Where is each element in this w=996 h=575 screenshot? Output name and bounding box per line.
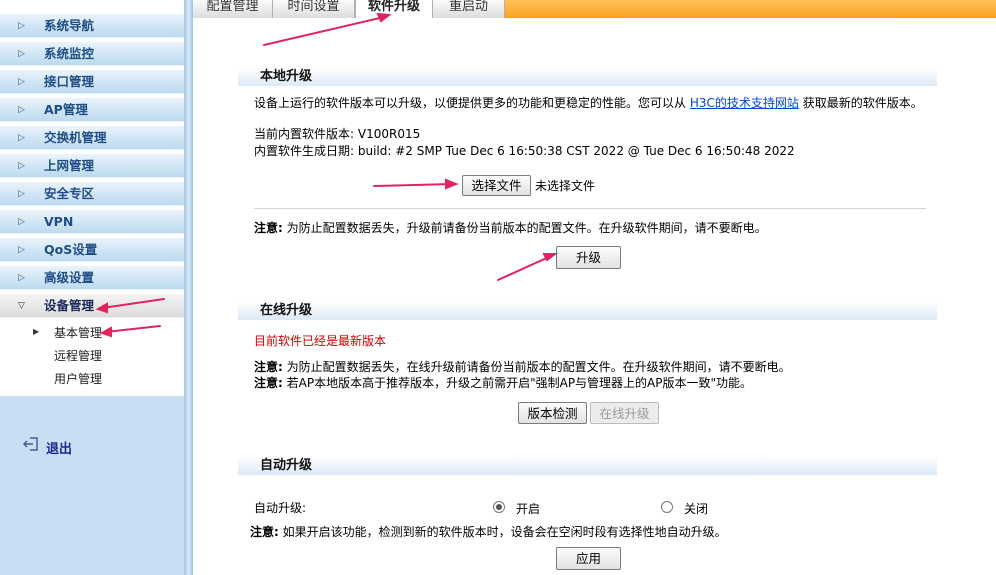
tab-config-management[interactable]: 配置管理 — [193, 0, 273, 18]
auto-upgrade-header: 自动升级 — [238, 447, 937, 475]
local-upgrade-header: 本地升级 — [238, 58, 937, 86]
subnav-item-basic[interactable]: 基本管理 — [54, 326, 102, 340]
subnav-item-users[interactable]: 用户管理 — [54, 372, 102, 386]
sidebar-item-label: 设备管理 — [44, 298, 95, 313]
sidebar-item-label: QoS设置 — [44, 242, 98, 257]
build-date-value: build: #2 SMP Tue Dec 6 16:50:38 CST 202… — [357, 144, 795, 158]
sidebar-item-qos[interactable]: ▷ QoS设置 — [0, 238, 184, 262]
build-date-label: 内置软件生成日期: — [254, 144, 355, 158]
sidebar-item-label: 系统导航 — [44, 18, 95, 33]
online-upgrade-status: 目前软件已经是最新版本 — [254, 334, 387, 348]
current-version-value: V100R015 — [357, 127, 421, 141]
online-upgrade-button: 在线升级 — [590, 402, 659, 424]
sidebar-background — [0, 396, 184, 575]
annotation-arrow-upgrade — [497, 255, 552, 281]
sidebar-item-label: 交换机管理 — [44, 130, 107, 145]
intro-text-prefix: 设备上运行的软件版本可以升级，以便提供更多的功能和更稳定的性能。您可以从 — [254, 96, 687, 110]
version-check-button[interactable]: 版本检测 — [518, 402, 587, 424]
h3c-support-link[interactable]: H3C的技术支持网站 — [690, 96, 799, 110]
tab-time-settings[interactable]: 时间设置 — [273, 0, 355, 18]
online-upgrade-title: 在线升级 — [260, 303, 313, 318]
auto-upgrade-off-radio[interactable] — [661, 501, 673, 513]
expand-arrow-icon: ▷ — [18, 161, 25, 171]
apply-button[interactable]: 应用 — [556, 547, 621, 570]
online-upgrade-header: 在线升级 — [238, 292, 937, 320]
sidebar-splitter[interactable] — [184, 0, 193, 575]
sidebar-item-label: VPN — [44, 214, 74, 229]
annotation-arrowhead — [542, 253, 558, 262]
sidebar-item-system-monitor[interactable]: ▷ 系统监控 — [0, 42, 184, 66]
sidebar-item-internet[interactable]: ▷ 上网管理 — [0, 154, 184, 178]
choose-file-button[interactable]: 选择文件 — [462, 175, 531, 196]
expand-arrow-icon: ▷ — [18, 77, 25, 87]
tab-reboot[interactable]: 重启动 — [433, 0, 505, 18]
logout-label: 退出 — [46, 442, 73, 457]
note-text: 如果开启该功能，检测到新的软件版本时，设备会在空闲时段有选择性地自动升级。 — [282, 525, 727, 539]
note-label: 注意: — [254, 376, 283, 390]
note-text: 若AP本地版本高于推荐版本，升级之前需开启"强制AP与管理器上的AP版本一致"功… — [286, 376, 753, 390]
sidebar: ▷ 系统导航 ▷ 系统监控 ▷ 接口管理 ▷ AP管理 ▷ 交换机管理 ▷ 上网… — [0, 0, 184, 575]
logout-icon — [22, 437, 38, 451]
auto-upgrade-title: 自动升级 — [260, 458, 313, 473]
current-version-label: 当前内置软件版本: — [254, 127, 355, 141]
auto-upgrade-label: 自动升级: — [254, 501, 307, 515]
note-text: 为防止配置数据丢失，在线升级前请备份当前版本的配置文件。在升级软件期间，请不要断… — [286, 360, 791, 374]
auto-upgrade-on-label: 开启 — [516, 502, 541, 516]
local-upgrade-intro: 设备上运行的软件版本可以升级，以便提供更多的功能和更稳定的性能。您可以从 H3C… — [254, 96, 923, 110]
section-divider — [254, 208, 926, 209]
note-text: 为防止配置数据丢失，升级前请备份当前版本的配置文件。在升级软件期间，请不要断电。 — [286, 221, 767, 235]
collapse-arrow-icon: ▽ — [18, 301, 25, 311]
sidebar-item-label: 接口管理 — [44, 74, 95, 89]
sidebar-item-interface[interactable]: ▷ 接口管理 — [0, 70, 184, 94]
auto-upgrade-on-radio[interactable] — [493, 501, 505, 513]
expand-arrow-icon: ▷ — [18, 217, 25, 227]
note-label: 注意: — [254, 221, 283, 235]
local-upgrade-title: 本地升级 — [260, 69, 313, 84]
note-label: 注意: — [254, 360, 283, 374]
sidebar-item-advanced[interactable]: ▷ 高级设置 — [0, 266, 184, 290]
auto-upgrade-off-label: 关闭 — [684, 502, 709, 516]
upgrade-button[interactable]: 升级 — [556, 246, 621, 269]
tab-software-upgrade[interactable]: 软件升级 — [355, 0, 433, 18]
sidebar-item-label: 安全专区 — [44, 186, 95, 201]
online-upgrade-note-2: 注意: 若AP本地版本高于推荐版本，升级之前需开启"强制AP与管理器上的AP版本… — [254, 376, 752, 390]
expand-arrow-icon: ▷ — [18, 105, 25, 115]
annotation-arrowhead — [445, 178, 459, 190]
sidebar-item-ap[interactable]: ▷ AP管理 — [0, 98, 184, 122]
expand-arrow-icon: ▷ — [18, 189, 25, 199]
annotation-arrow-choose-file — [373, 183, 453, 187]
no-file-selected-text: 未选择文件 — [535, 179, 596, 193]
expand-arrow-icon: ▷ — [18, 273, 25, 283]
tab-bar: 配置管理 时间设置 软件升级 重启动 — [193, 0, 996, 18]
sidebar-item-label: AP管理 — [44, 102, 88, 117]
subnav-item-remote[interactable]: 远程管理 — [54, 349, 102, 363]
annotation-arrow-tab — [263, 16, 385, 46]
sidebar-item-device-management[interactable]: ▽ 设备管理 — [0, 294, 184, 318]
sidebar-item-label: 高级设置 — [44, 270, 95, 285]
sidebar-item-security[interactable]: ▷ 安全专区 — [0, 182, 184, 206]
online-upgrade-note-1: 注意: 为防止配置数据丢失，在线升级前请备份当前版本的配置文件。在升级软件期间，… — [254, 360, 791, 374]
expand-arrow-icon: ▷ — [18, 133, 25, 143]
sidebar-item-switch[interactable]: ▷ 交换机管理 — [0, 126, 184, 150]
local-upgrade-note: 注意: 为防止配置数据丢失，升级前请备份当前版本的配置文件。在升级软件期间，请不… — [254, 221, 767, 235]
current-version-row: 当前内置软件版本: V100R015 — [254, 127, 420, 141]
auto-upgrade-note: 注意: 如果开启该功能，检测到新的软件版本时，设备会在空闲时段有选择性地自动升级… — [250, 525, 727, 539]
sidebar-item-label: 上网管理 — [44, 158, 95, 173]
sidebar-item-vpn[interactable]: ▷ VPN — [0, 210, 184, 234]
sidebar-item-system-nav[interactable]: ▷ 系统导航 — [0, 14, 184, 38]
note-label: 注意: — [250, 525, 279, 539]
expand-arrow-icon: ▷ — [18, 49, 25, 59]
intro-text-suffix: 获取最新的软件版本。 — [802, 96, 923, 110]
current-item-marker-icon: ▶ — [33, 327, 40, 336]
expand-arrow-icon: ▷ — [18, 21, 25, 31]
build-date-row: 内置软件生成日期: build: #2 SMP Tue Dec 6 16:50:… — [254, 144, 795, 158]
expand-arrow-icon: ▷ — [18, 245, 25, 255]
sidebar-item-label: 系统监控 — [44, 46, 95, 61]
